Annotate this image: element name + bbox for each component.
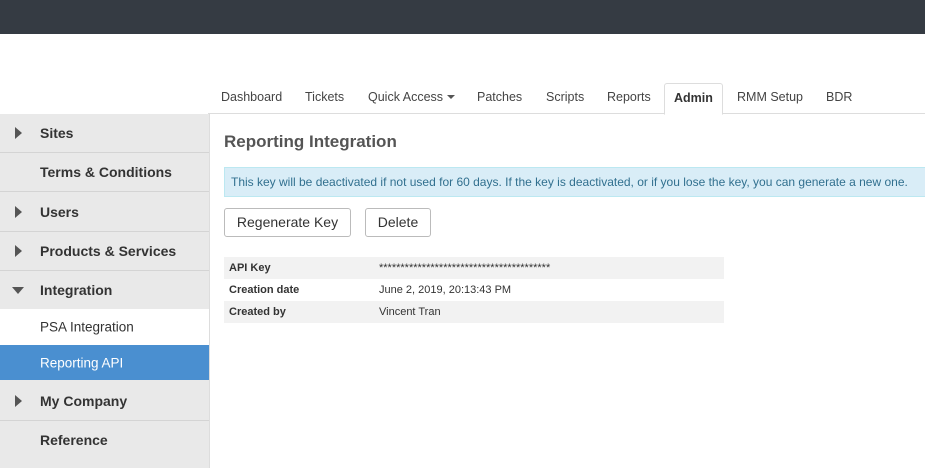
sidebar-item-my-company[interactable]: My Company [0,381,209,420]
sidebar-item-label: Integration [40,282,113,298]
caret-right-icon [15,205,22,218]
caret-down-icon [447,94,456,99]
sidebar-item-label: Terms & Conditions [40,164,172,180]
sidebar-item-label: Sites [40,125,74,141]
row-value: Vincent Tran [374,301,724,323]
row-label: Creation date [229,284,300,296]
sidebar-item-products[interactable]: Products & Services [0,232,209,270]
sidebar-item-integration[interactable]: Integration [0,271,209,309]
tab-reports[interactable]: Reports [607,83,651,114]
table-row: Creation date June 2, 2019, 20:13:43 PM [224,279,724,301]
row-label: API Key [224,257,374,279]
caret-down-icon [12,287,24,294]
sidebar-item-sites[interactable]: Sites [0,114,209,152]
caret-right-icon [15,127,22,139]
tab-tickets[interactable]: Tickets [305,83,344,114]
sidebar-subitem-reporting-api[interactable]: Reporting API [0,345,209,380]
sidebar-item-users[interactable]: Users [0,192,209,231]
regenerate-key-button[interactable]: Regenerate Key [224,208,351,237]
caret-right-icon [15,245,22,257]
main-nav-tabs: Dashboard Tickets Quick Access Patches S… [208,83,925,115]
tab-quick-access-label: Quick Access [368,90,444,104]
tab-patches[interactable]: Patches [477,83,522,114]
page-title: Reporting Integration [224,132,397,151]
row-value: **************************************** [374,257,724,279]
table-row: API Key ********************************… [224,257,724,279]
sidebar-item-label: Reference [40,432,108,448]
tab-bdr[interactable]: BDR [826,83,852,114]
tab-quick-access[interactable]: Quick Access [368,83,456,114]
info-alert: This key will be deactivated if not used… [224,167,925,197]
row-label: Created by [224,301,374,323]
delete-button[interactable]: Delete [365,208,431,237]
tab-rmm-setup[interactable]: RMM Setup [737,83,803,114]
sidebar-item-label: Users [40,203,79,220]
sidebar-item-reference[interactable]: Reference [0,421,209,459]
tab-dashboard[interactable]: Dashboard [221,83,282,114]
caret-right-icon [15,394,22,407]
sidebar: Sites Terms & Conditions Users Products … [0,114,210,468]
sidebar-item-label: PSA Integration [40,319,134,335]
top-bar [0,0,925,34]
sidebar-item-terms[interactable]: Terms & Conditions [0,153,209,191]
tab-admin[interactable]: Admin [664,83,723,115]
row-value: June 2, 2019, 20:13:43 PM [379,284,512,296]
sidebar-item-label: My Company [40,392,128,409]
sidebar-subitem-psa-integration[interactable]: PSA Integration [0,309,209,345]
sidebar-item-label: Reporting API [40,355,124,370]
key-info-table: API Key ********************************… [224,257,724,323]
table-row: Created by Vincent Tran [224,301,724,323]
sidebar-item-label: Products & Services [40,243,177,259]
tab-scripts[interactable]: Scripts [546,83,584,114]
